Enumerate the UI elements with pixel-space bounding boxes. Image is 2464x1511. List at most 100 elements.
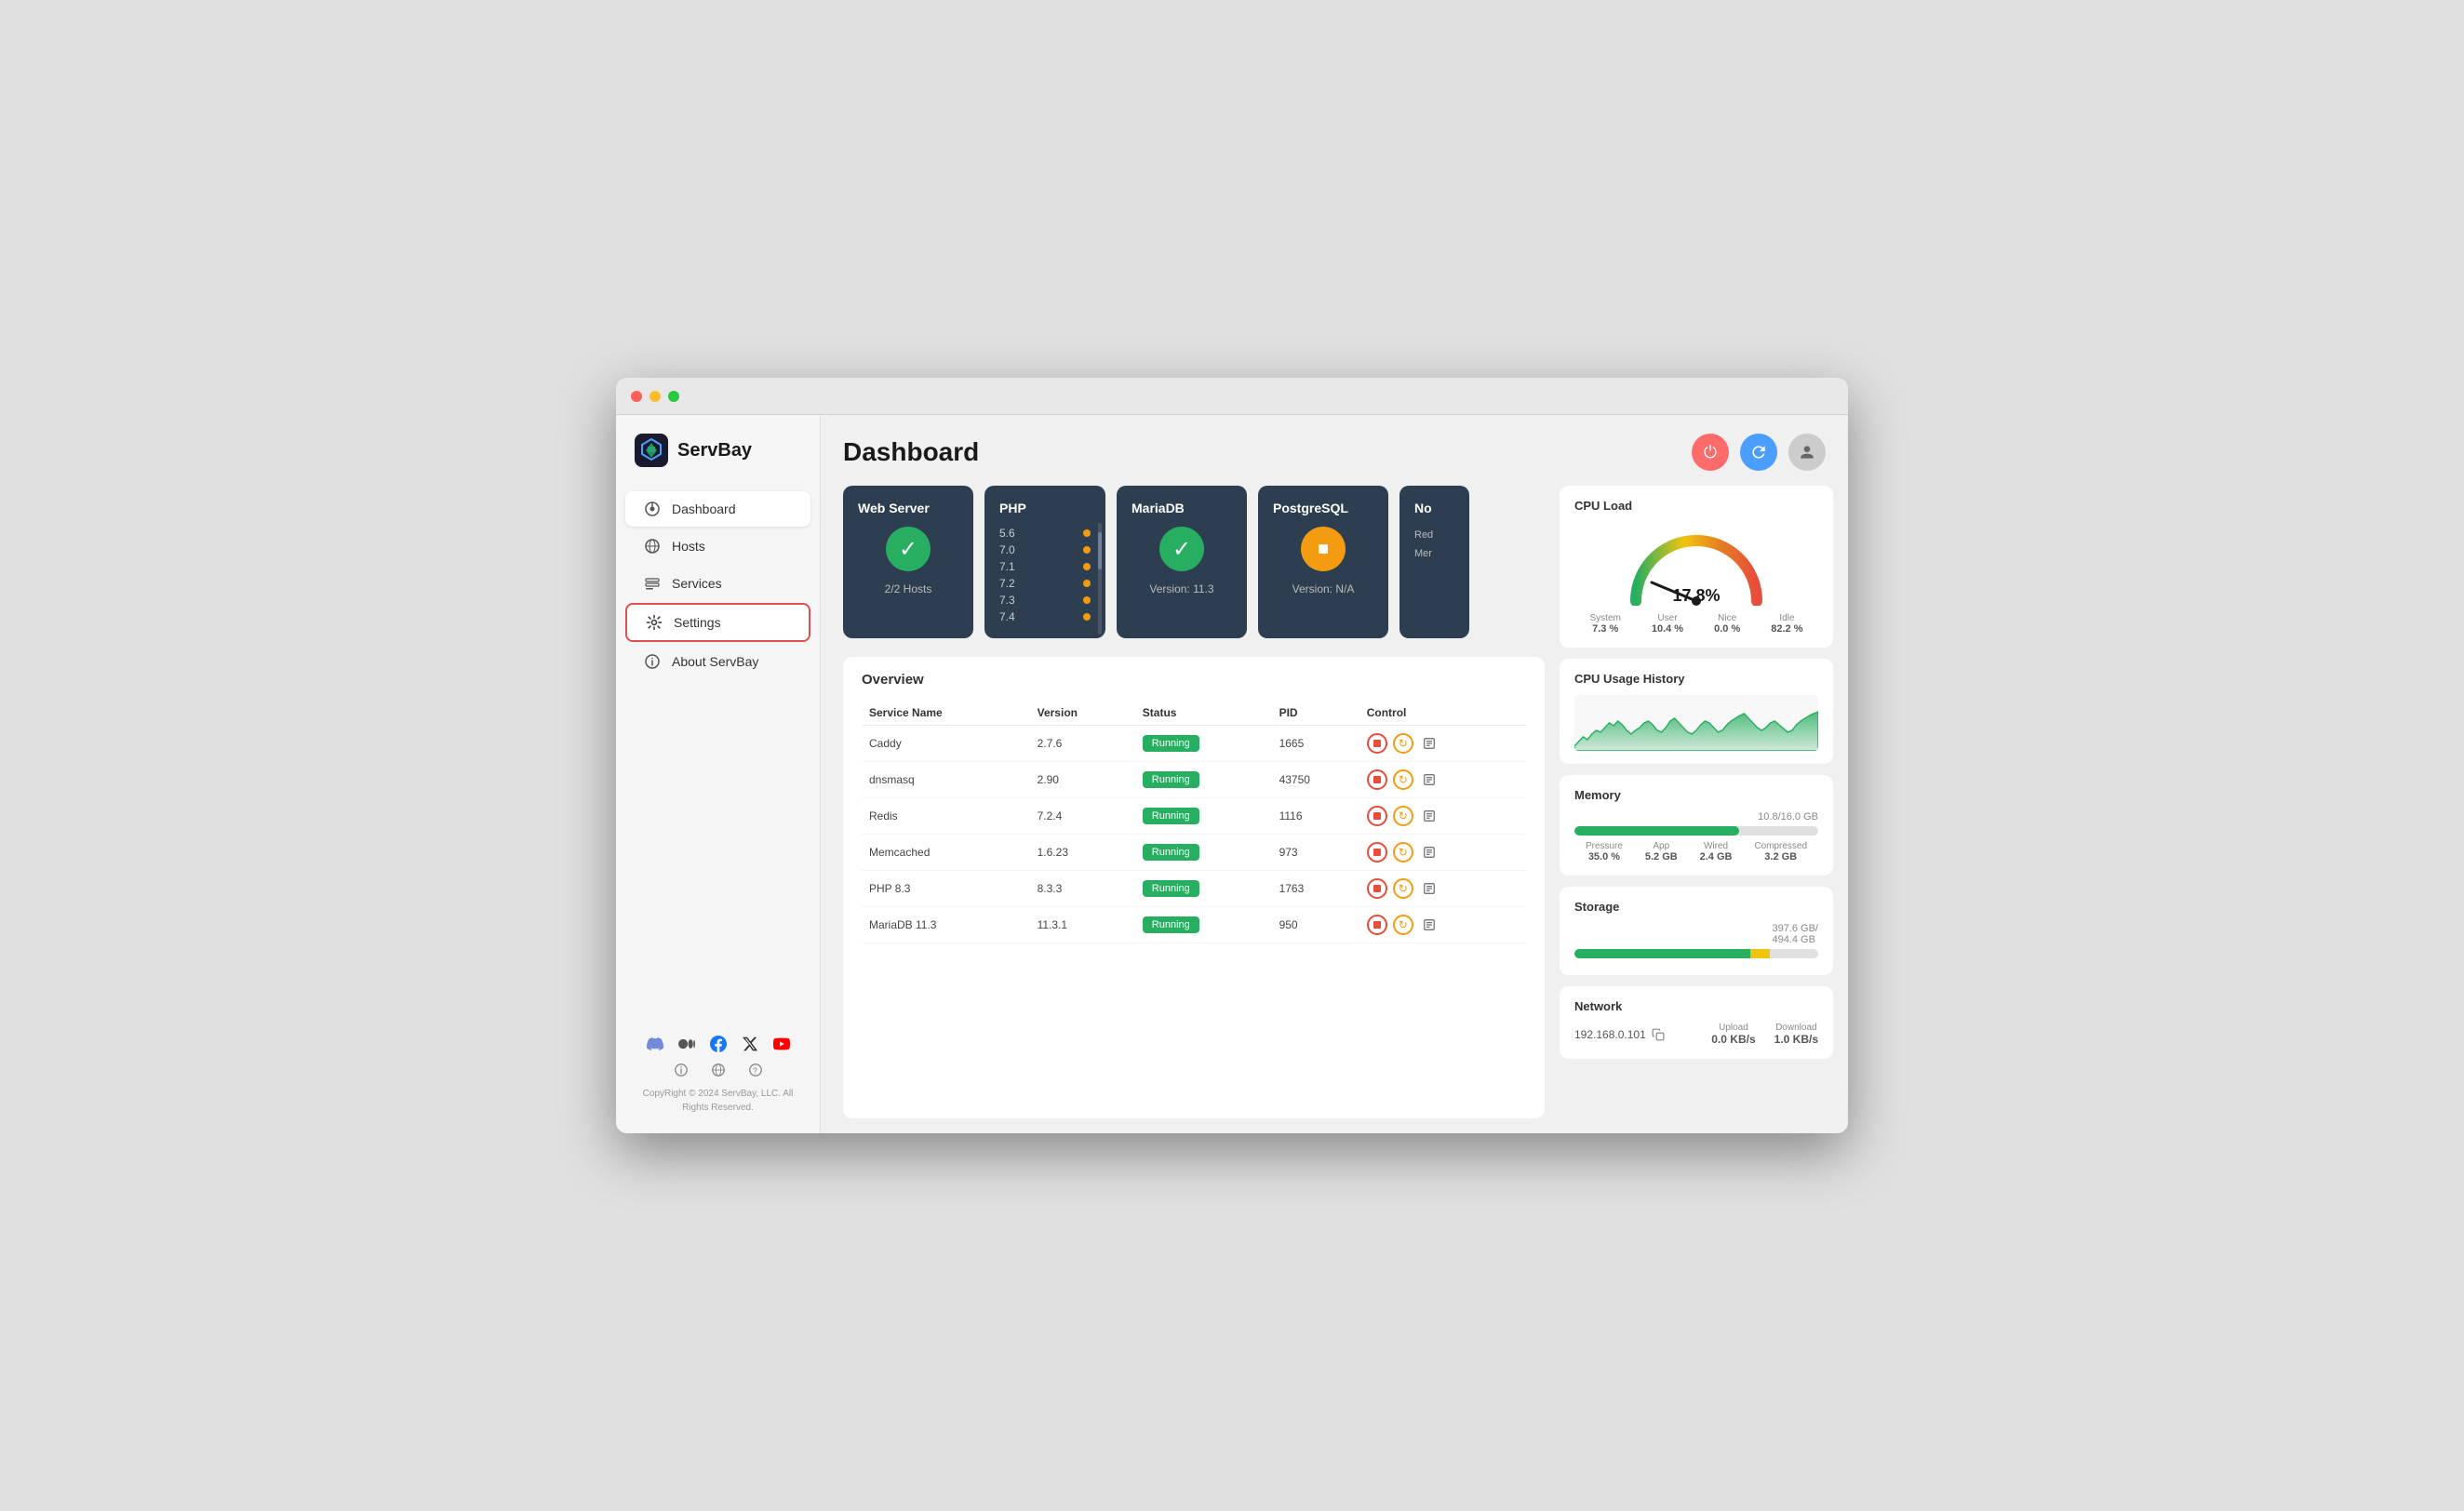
- postgresql-card[interactable]: PostgreSQL ■ Version: N/A: [1258, 486, 1388, 638]
- restart-button[interactable]: ↻: [1393, 842, 1413, 862]
- status-badge: Running: [1143, 808, 1199, 824]
- table-row: PHP 8.3 8.3.3 Running 1763 ↻: [862, 871, 1526, 907]
- discord-icon[interactable]: [646, 1035, 664, 1053]
- memory-bar: 10.8/16.0 GB: [1574, 811, 1818, 836]
- postgresql-title: PostgreSQL: [1273, 501, 1373, 515]
- cell-pid: 1763: [1272, 871, 1359, 907]
- medium-icon[interactable]: [677, 1035, 696, 1053]
- php-card[interactable]: PHP 5.6 7.0 7.1 7.2 7.3 7.4: [984, 486, 1105, 638]
- memory-label: 10.8/16.0 GB: [1758, 811, 1818, 822]
- stop-button[interactable]: [1367, 842, 1387, 862]
- restart-button[interactable]: ↻: [1393, 733, 1413, 754]
- sidebar-item-settings[interactable]: Settings: [625, 603, 810, 642]
- php-title: PHP: [999, 501, 1091, 515]
- cell-pid: 1116: [1272, 798, 1359, 835]
- mariadb-title: MariaDB: [1132, 501, 1232, 515]
- refresh-button[interactable]: [1740, 434, 1777, 471]
- php-version-71: 7.1: [999, 560, 1091, 573]
- cpu-history-chart: [1574, 695, 1818, 751]
- stop-button[interactable]: [1367, 806, 1387, 826]
- memory-title: Memory: [1574, 788, 1818, 802]
- storage-label: 397.6 GB/494.4 GB: [1772, 923, 1818, 945]
- overview-table: Service Name Version Status PID Control …: [862, 701, 1526, 943]
- cell-status: Running: [1135, 835, 1272, 871]
- stop-button[interactable]: [1367, 733, 1387, 754]
- restart-button[interactable]: ↻: [1393, 806, 1413, 826]
- mariadb-status: ✓: [1159, 527, 1204, 571]
- stop-button[interactable]: [1367, 878, 1387, 899]
- mariadb-subtitle: Version: 11.3: [1132, 582, 1232, 595]
- cell-status: Running: [1135, 726, 1272, 762]
- cell-status: Running: [1135, 871, 1272, 907]
- extra-subtitle: Red Mer: [1414, 527, 1454, 564]
- stop-button[interactable]: [1367, 769, 1387, 790]
- app-window: ServBay Dashboard: [616, 378, 1848, 1133]
- log-button[interactable]: [1419, 806, 1440, 826]
- log-button[interactable]: [1419, 878, 1440, 899]
- restart-button[interactable]: ↻: [1393, 878, 1413, 899]
- extra-card[interactable]: No Red Mer: [1399, 486, 1469, 638]
- storage-card: Storage 397.6 GB/494.4 GB: [1560, 887, 1833, 975]
- mariadb-card[interactable]: MariaDB ✓ Version: 11.3: [1117, 486, 1247, 638]
- sidebar-item-hosts[interactable]: Hosts: [625, 528, 810, 564]
- memory-bar-fill: [1574, 826, 1739, 836]
- minimize-button[interactable]: [649, 391, 661, 402]
- youtube-icon[interactable]: [772, 1035, 791, 1053]
- cell-status: Running: [1135, 762, 1272, 798]
- restart-button[interactable]: ↻: [1393, 769, 1413, 790]
- col-version: Version: [1030, 701, 1135, 726]
- cpu-user: User 10.4 %: [1652, 613, 1683, 635]
- cpu-load-title: CPU Load: [1574, 499, 1818, 513]
- about-label: About ServBay: [672, 654, 758, 669]
- info-circle-icon[interactable]: [672, 1061, 690, 1079]
- main-content: Dashboard ⏻: [821, 415, 1848, 1133]
- content-area: Web Server ✓ 2/2 Hosts PHP 5.6 7.0 7.1 7: [821, 486, 1560, 1133]
- network-ip: 192.168.0.101: [1574, 1028, 1665, 1041]
- sidebar-item-about[interactable]: About ServBay: [625, 644, 810, 679]
- sidebar-logo: ServBay: [616, 434, 820, 489]
- log-button[interactable]: [1419, 842, 1440, 862]
- restart-button[interactable]: ↻: [1393, 915, 1413, 935]
- traffic-lights: [631, 391, 679, 402]
- user-button[interactable]: [1788, 434, 1826, 471]
- log-button[interactable]: [1419, 915, 1440, 935]
- cell-version: 7.2.4: [1030, 798, 1135, 835]
- power-button[interactable]: ⏻: [1692, 434, 1729, 471]
- stop-button[interactable]: [1367, 915, 1387, 935]
- cell-pid: 1665: [1272, 726, 1359, 762]
- table-header-row: Service Name Version Status PID Control: [862, 701, 1526, 726]
- titlebar: [616, 378, 1848, 415]
- sidebar-nav: Dashboard Hosts Servic: [616, 489, 820, 1025]
- log-button[interactable]: [1419, 733, 1440, 754]
- php-version-74: 7.4: [999, 610, 1091, 623]
- sidebar-item-services[interactable]: Services: [625, 566, 810, 601]
- maximize-button[interactable]: [668, 391, 679, 402]
- postgresql-status: ■: [1301, 527, 1346, 571]
- log-button[interactable]: [1419, 769, 1440, 790]
- close-button[interactable]: [631, 391, 642, 402]
- header-actions: ⏻: [1692, 434, 1826, 471]
- php-version-56: 5.6: [999, 527, 1091, 540]
- cpu-history-title: CPU Usage History: [1574, 672, 1818, 686]
- mem-app: App 5.2 GB: [1645, 841, 1678, 862]
- php-version-70: 7.0: [999, 543, 1091, 556]
- cpu-gauge: 17.8%: [1574, 522, 1818, 606]
- help-icon[interactable]: ?: [746, 1061, 765, 1079]
- settings-label: Settings: [674, 615, 721, 630]
- globe-footer-icon[interactable]: [709, 1061, 728, 1079]
- twitter-icon[interactable]: [741, 1035, 759, 1053]
- settings-icon: [646, 614, 663, 631]
- facebook-icon[interactable]: [709, 1035, 728, 1053]
- status-badge: Running: [1143, 844, 1199, 861]
- mem-pressure: Pressure 35.0 %: [1586, 841, 1623, 862]
- col-control: Control: [1359, 701, 1526, 726]
- web-server-subtitle: 2/2 Hosts: [858, 582, 958, 595]
- download-stat: Download 1.0 KB/s: [1774, 1023, 1818, 1046]
- sidebar-item-dashboard[interactable]: Dashboard: [625, 491, 810, 527]
- cell-version: 2.90: [1030, 762, 1135, 798]
- status-badge: Running: [1143, 771, 1199, 788]
- copyright-text: CopyRight © 2024 ServBay, LLC. All Right…: [635, 1087, 801, 1115]
- cell-name: dnsmasq: [862, 762, 1030, 798]
- web-server-card[interactable]: Web Server ✓ 2/2 Hosts: [843, 486, 973, 638]
- main-header: Dashboard ⏻: [821, 415, 1848, 486]
